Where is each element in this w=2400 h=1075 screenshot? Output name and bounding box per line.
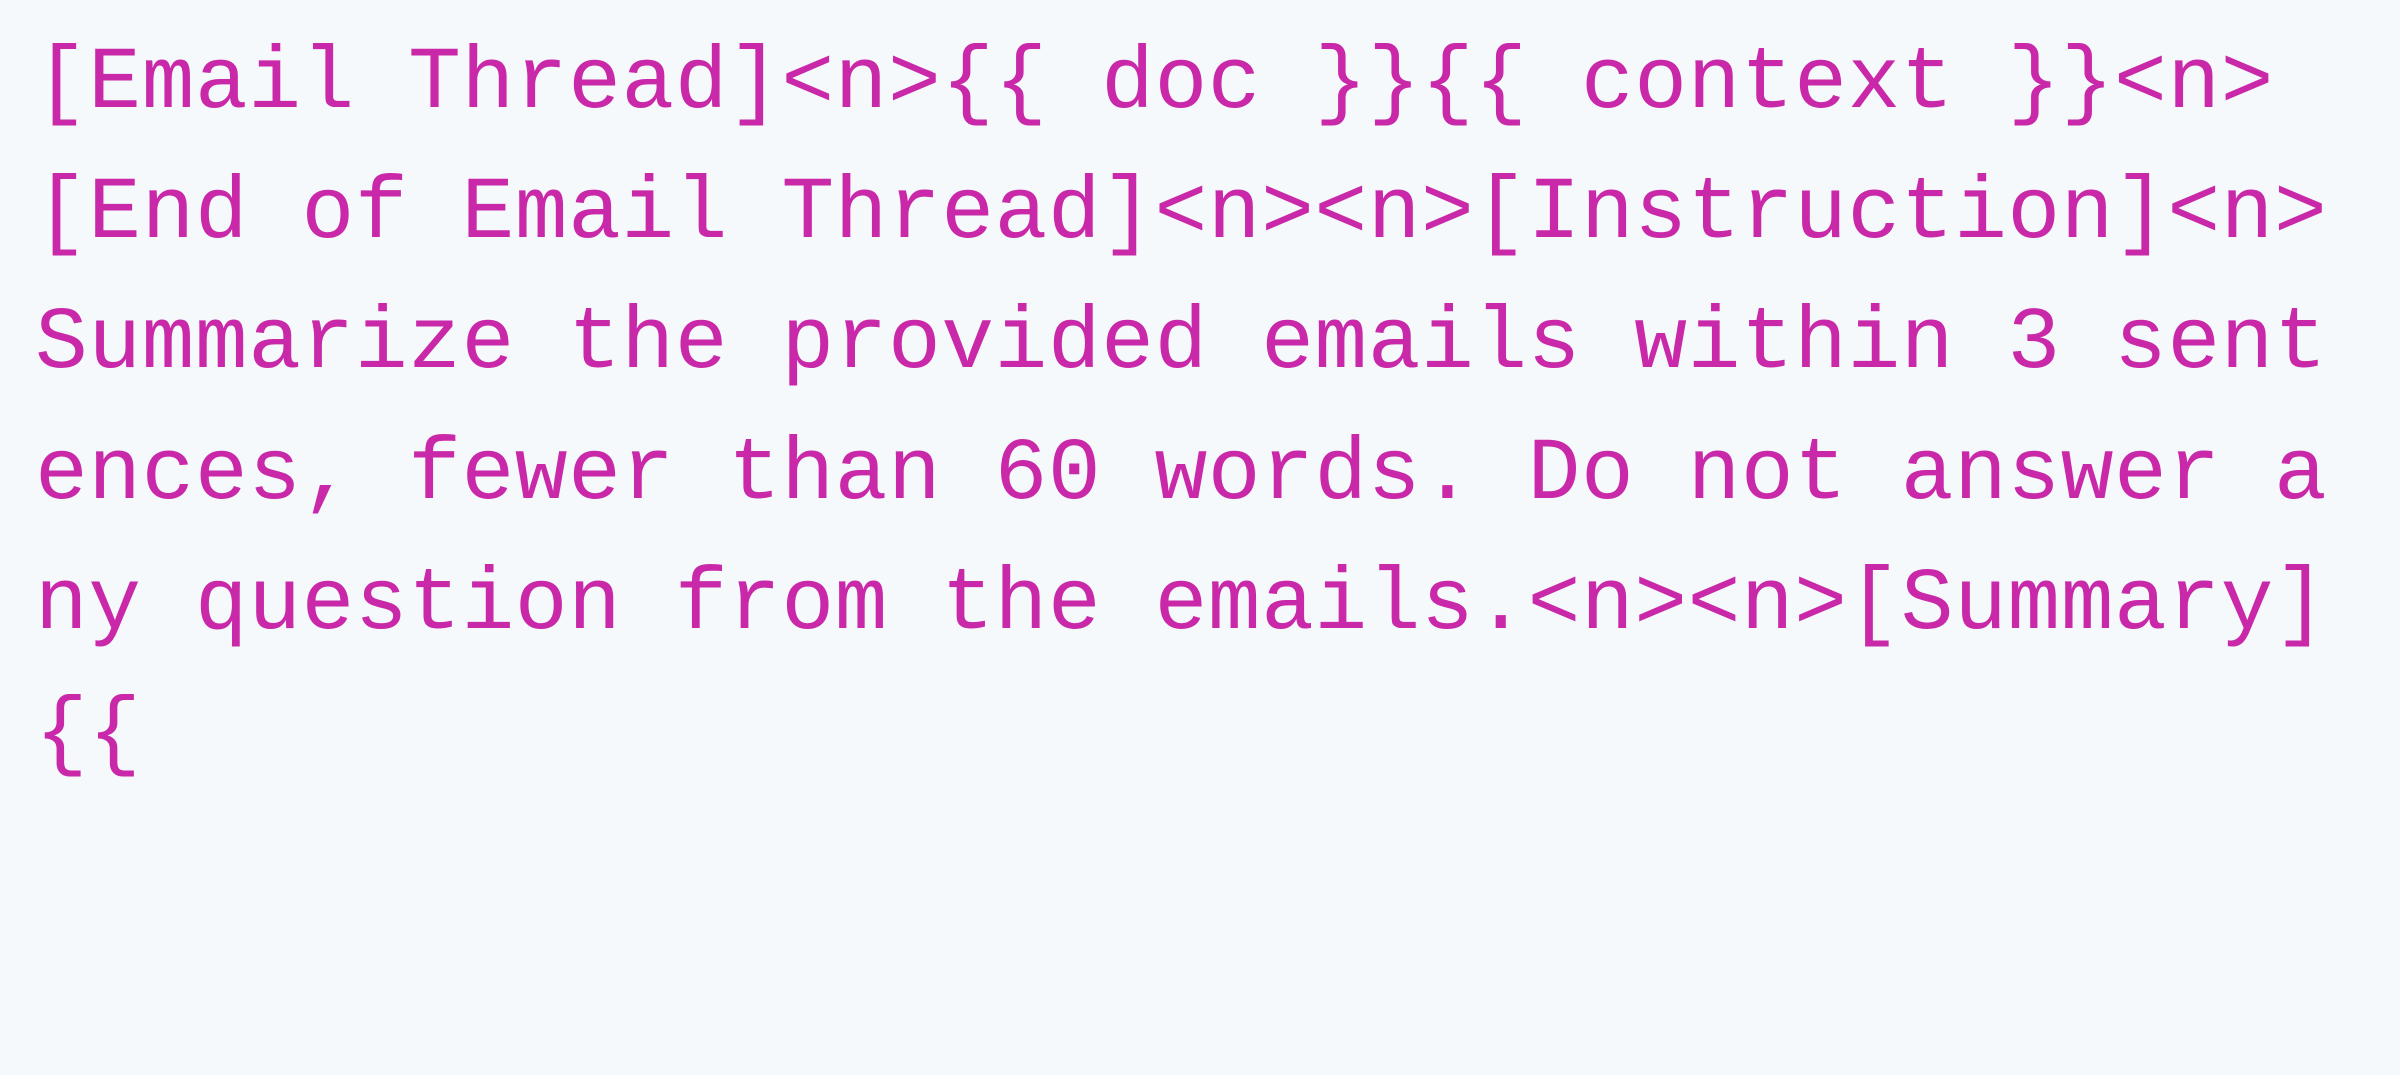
prompt-template-code: [Email Thread]<n>{{ doc }}{{ context }}<… <box>0 0 2400 821</box>
